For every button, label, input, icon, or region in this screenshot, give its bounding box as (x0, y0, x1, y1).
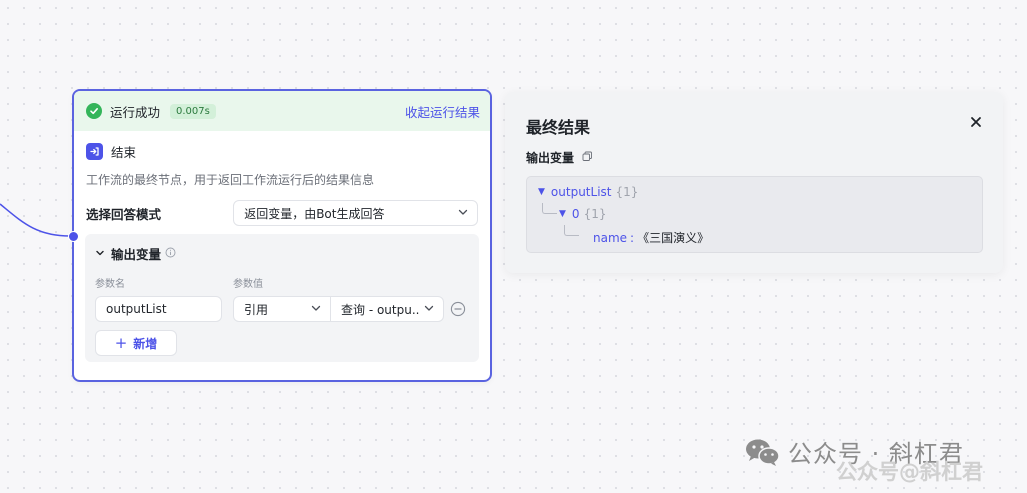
reference-value: 查询 - outpu.. (341, 302, 420, 317)
close-icon[interactable] (969, 114, 983, 133)
success-check-icon (86, 103, 102, 119)
collapse-results-link[interactable]: 收起运行结果 (405, 102, 480, 121)
caret-down-icon[interactable]: ▼ (559, 209, 566, 219)
answer-mode-select[interactable]: 返回变量，由Bot生成回答 (233, 200, 478, 226)
chevron-down-icon[interactable] (95, 246, 105, 261)
end-node[interactable]: 运行成功 0.007s 收起运行结果 结束 工作流的最终节点，用于返回工作流运行… (72, 89, 492, 382)
json-root-line[interactable]: ▼ outputList {1} (538, 185, 638, 199)
output-section-title: 输出变量 (111, 247, 162, 262)
tree-guide-line (542, 203, 557, 214)
value-type-select[interactable]: 引用 (233, 296, 331, 322)
json-root-count: {1} (615, 185, 639, 199)
answer-mode-value: 返回变量，由Bot生成回答 (244, 206, 385, 221)
reference-select[interactable]: 查询 - outpu.. (331, 296, 444, 322)
output-vars-label: 输出变量 (526, 149, 593, 166)
chevron-down-icon (423, 302, 435, 317)
run-status-bar: 运行成功 0.007s 收起运行结果 (74, 91, 490, 131)
node-title: 结束 (111, 145, 137, 160)
minus-circle-icon (450, 301, 466, 317)
connection-edge (0, 203, 71, 237)
param-name-header: 参数名 (95, 279, 125, 290)
variable-row: outputList 引用 查询 - outpu.. (95, 296, 469, 322)
json-item-count: {1} (583, 207, 607, 221)
output-variables-panel: 输出变量 参数名 参数值 outputList 引用 查询 - outpu.. … (85, 234, 479, 362)
json-field-key: name (593, 230, 628, 245)
input-port-handle[interactable] (68, 231, 79, 242)
node-description: 工作流的最终节点，用于返回工作流运行后的结果信息 (86, 173, 375, 187)
run-status-text: 运行成功 (110, 104, 161, 120)
column-labels: 参数名 参数值 (95, 275, 469, 290)
duration-badge: 0.007s (170, 103, 216, 119)
json-item-key: 0 (571, 207, 580, 221)
info-icon[interactable] (165, 246, 176, 261)
output-vars-label-text: 输出变量 (526, 151, 575, 165)
chevron-down-icon (310, 302, 322, 317)
value-type-text: 引用 (244, 302, 269, 317)
json-field-line: name : 《三国演义》 (593, 229, 709, 246)
tree-guide-line (564, 225, 579, 236)
remove-variable-button[interactable] (450, 301, 466, 317)
json-colon: : (630, 230, 635, 245)
watermark-sub-text: 公众号@斜杠君 (836, 460, 983, 484)
plus-icon: + (114, 334, 128, 352)
result-panel-title: 最终结果 (526, 118, 591, 137)
json-field-value: 《三国演义》 (637, 231, 710, 245)
answer-mode-row: 选择回答模式 返回变量，由Bot生成回答 (74, 188, 490, 226)
output-section-header[interactable]: 输出变量 (95, 244, 469, 263)
add-button-label: 新增 (133, 336, 158, 351)
add-variable-button[interactable]: + 新增 (95, 330, 177, 356)
json-root-key: outputList (550, 185, 612, 199)
wechat-icon (746, 439, 780, 466)
json-viewer: ▼ outputList {1} ▼ 0 {1} name : 《三国演义》 (526, 176, 983, 253)
node-header: 结束 (74, 131, 490, 161)
param-value-header: 参数值 (233, 279, 263, 290)
caret-down-icon[interactable]: ▼ (538, 187, 545, 197)
answer-mode-label: 选择回答模式 (86, 206, 162, 222)
final-result-panel: 最终结果 输出变量 ▼ outputList {1} ▼ 0 {1} name … (505, 92, 1003, 273)
chevron-down-icon (457, 206, 469, 221)
end-node-icon (86, 143, 103, 160)
param-name-input[interactable]: outputList (95, 296, 222, 322)
json-item-line[interactable]: ▼ 0 {1} (559, 207, 606, 221)
copy-icon[interactable] (582, 151, 593, 165)
